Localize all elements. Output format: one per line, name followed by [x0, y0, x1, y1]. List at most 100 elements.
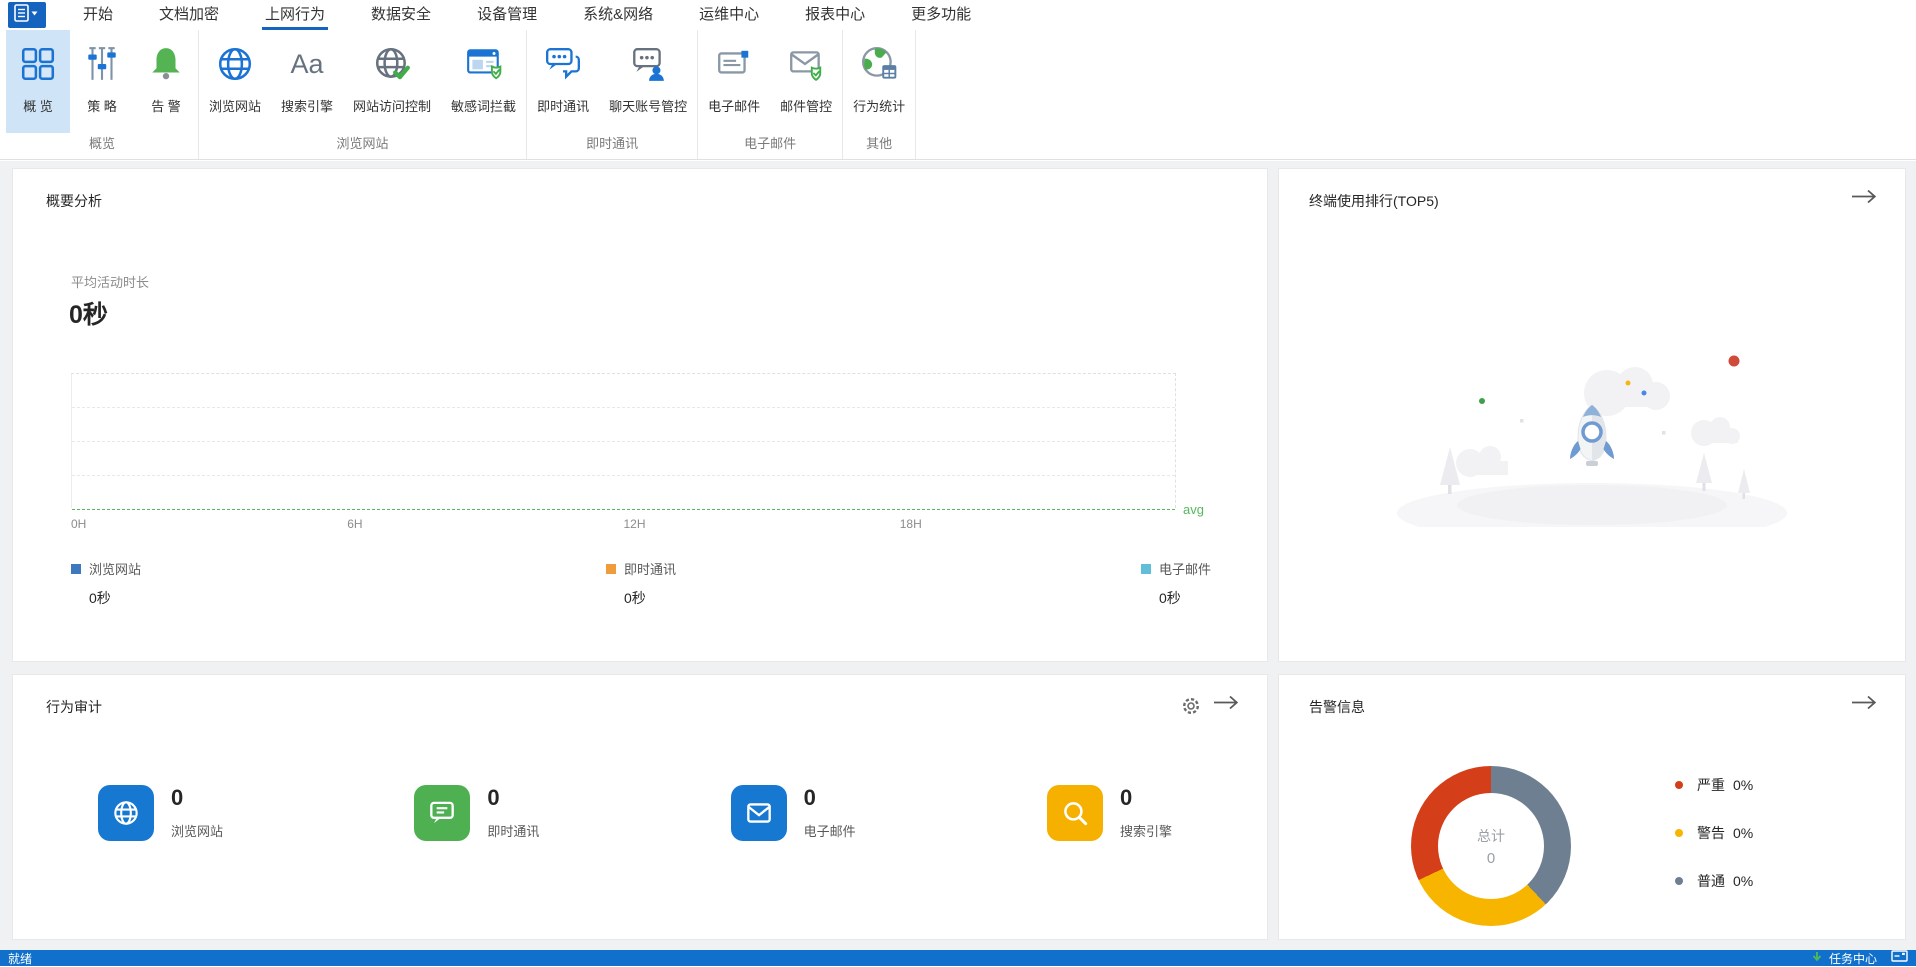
alert-legend-warning[interactable]: 警告 0%	[1675, 823, 1753, 843]
chat-bubbles-icon	[544, 40, 582, 88]
ribbon-item-mail-control[interactable]: 邮件管控	[770, 30, 842, 133]
audit-label: 即时通讯	[487, 821, 539, 840]
avg-activity-label: 平均活动时长	[71, 272, 149, 291]
audit-count: 0	[804, 787, 856, 809]
agent-monitor-icon[interactable]	[1891, 950, 1908, 966]
ribbon-item-email[interactable]: 电子邮件	[698, 30, 770, 133]
menu-item-system-network[interactable]: 系统&网络	[560, 0, 676, 30]
summary-panel-title: 概要分析	[46, 191, 102, 211]
menu-item-data-security[interactable]: 数据安全	[348, 0, 454, 30]
ribbon-item-label: 策 略	[87, 96, 117, 115]
app-menu-icon	[14, 4, 40, 27]
audit-settings-gear-icon[interactable]	[1181, 696, 1201, 721]
gridline	[72, 441, 1175, 442]
legend-dot	[1675, 877, 1683, 885]
ribbon-item-browse-web[interactable]: 浏览网站	[199, 30, 271, 133]
statusbar: 就绪 任务中心	[0, 950, 1916, 966]
menu-item-web-behavior[interactable]: 上网行为	[242, 0, 348, 30]
ribbon-group-browse: 浏览网站 Aa 搜索引擎 网站访问控制 敏感词拦截 浏览网站	[199, 30, 527, 159]
dashboard-content: 概要分析 平均活动时长 0秒 avg 0H 6H 12H 18H 浏览网站 0秒…	[0, 161, 1916, 950]
legend-value: 0秒	[89, 588, 141, 608]
font-Aa-icon: Aa	[285, 40, 329, 88]
audit-count: 0	[1120, 787, 1172, 809]
legend-label: 即时通讯	[624, 559, 676, 578]
audit-label: 搜索引擎	[1120, 821, 1172, 840]
x-tick: 12H	[624, 517, 646, 531]
globe-table-icon	[860, 40, 898, 88]
avg-activity-value: 0秒	[69, 295, 108, 331]
globe-icon	[216, 40, 254, 88]
legend-item-browse[interactable]: 浏览网站 0秒	[71, 559, 141, 608]
alerts-legend: 严重 0% 警告 0% 普通 0%	[1675, 775, 1753, 919]
legend-swatch	[71, 564, 81, 574]
alert-bell-icon	[147, 40, 185, 88]
ribbon-item-policy[interactable]: 策 略	[70, 30, 134, 133]
audit-label: 电子邮件	[804, 821, 856, 840]
audit-goto-arrow-icon[interactable]	[1213, 695, 1239, 715]
ribbon-item-overview[interactable]: 概 览	[6, 30, 70, 133]
ribbon-group-label: 概览	[6, 133, 198, 159]
ribbon-item-label: 即时通讯	[537, 96, 589, 115]
audit-item-search[interactable]: 0 搜索引擎	[1047, 785, 1207, 841]
audit-item-im[interactable]: 0 即时通讯	[414, 785, 574, 841]
legend-value: 0秒	[1159, 588, 1211, 608]
ribbon-item-label: 告 警	[151, 96, 181, 115]
ribbon-item-label: 邮件管控	[780, 96, 832, 115]
x-tick: 0H	[71, 517, 86, 531]
menu-item-ops-center[interactable]: 运维中心	[676, 0, 782, 30]
alert-legend-critical[interactable]: 严重 0%	[1675, 775, 1753, 795]
menu-item-start[interactable]: 开始	[60, 0, 136, 30]
alerts-donut-chart: 总计 0	[1411, 766, 1571, 926]
top5-panel: 终端使用排行(TOP5)	[1278, 168, 1906, 662]
audit-item-email[interactable]: 0 电子邮件	[731, 785, 891, 841]
audit-item-browse[interactable]: 0 浏览网站	[98, 785, 258, 841]
ribbon-item-label: 搜索引擎	[281, 96, 333, 115]
avg-reference-line	[72, 509, 1175, 510]
chart-legend: 浏览网站 0秒 即时通讯 0秒 电子邮件 0秒	[71, 559, 1211, 608]
summary-panel: 概要分析 平均活动时长 0秒 avg 0H 6H 12H 18H 浏览网站 0秒…	[12, 168, 1268, 662]
ribbon-item-search-engine[interactable]: Aa 搜索引擎	[271, 30, 343, 133]
ribbon-item-sensitive-word[interactable]: 敏感词拦截	[441, 30, 526, 133]
ribbon-item-chat-account[interactable]: 聊天账号管控	[599, 30, 697, 133]
app-menu-button[interactable]	[8, 2, 46, 28]
menu-item-device-mgmt[interactable]: 设备管理	[454, 0, 560, 30]
alert-legend-normal[interactable]: 普通 0%	[1675, 871, 1753, 891]
legend-value: 0秒	[624, 588, 676, 608]
overview-grid-icon	[19, 40, 57, 88]
mail-icon	[731, 785, 787, 841]
ribbon-item-label: 概 览	[23, 96, 53, 115]
ribbon-group-other: 行为统计 其他	[843, 30, 916, 159]
envelope-icon	[715, 40, 753, 88]
chat-person-icon	[629, 40, 667, 88]
alerts-goto-arrow-icon[interactable]	[1851, 695, 1877, 715]
audit-label: 浏览网站	[171, 821, 223, 840]
main-menu: 开始 文档加密 上网行为 数据安全 设备管理 系统&网络 运维中心 报表中心 更…	[60, 0, 994, 30]
envelope-shield-icon	[787, 40, 825, 88]
top5-panel-title: 终端使用排行(TOP5)	[1309, 191, 1439, 211]
menu-item-more[interactable]: 更多功能	[888, 0, 994, 30]
top5-goto-arrow-icon[interactable]	[1851, 189, 1877, 209]
legend-item-email[interactable]: 电子邮件 0秒	[1141, 559, 1211, 608]
ribbon-item-site-access-control[interactable]: 网站访问控制	[343, 30, 441, 133]
menu-item-report-center[interactable]: 报表中心	[782, 0, 888, 30]
ribbon-item-label: 敏感词拦截	[451, 96, 516, 115]
ribbon-item-im[interactable]: 即时通讯	[527, 30, 599, 133]
audit-count: 0	[171, 787, 223, 809]
donut-center: 总计 0	[1438, 793, 1544, 899]
ribbon-item-behavior-stats[interactable]: 行为统计	[843, 30, 915, 133]
legend-percent: 0%	[1733, 777, 1753, 793]
empty-state-illustration	[1392, 347, 1792, 532]
legend-swatch	[606, 564, 616, 574]
task-center-button[interactable]: 任务中心	[1829, 950, 1877, 967]
avg-line-label: avg	[1183, 502, 1204, 517]
download-arrow-icon	[1811, 951, 1823, 966]
legend-dot	[1675, 781, 1683, 789]
ribbon: 概 览 策 略 告 警 概览 浏览网站	[0, 30, 1916, 160]
ribbon-group-label: 即时通讯	[527, 133, 697, 159]
audit-panel-title: 行为审计	[46, 697, 102, 717]
legend-label: 浏览网站	[89, 559, 141, 578]
ribbon-item-alert[interactable]: 告 警	[134, 30, 198, 133]
legend-item-im[interactable]: 即时通讯 0秒	[606, 559, 676, 608]
menu-item-doc-encrypt[interactable]: 文档加密	[136, 0, 242, 30]
legend-swatch	[1141, 564, 1151, 574]
